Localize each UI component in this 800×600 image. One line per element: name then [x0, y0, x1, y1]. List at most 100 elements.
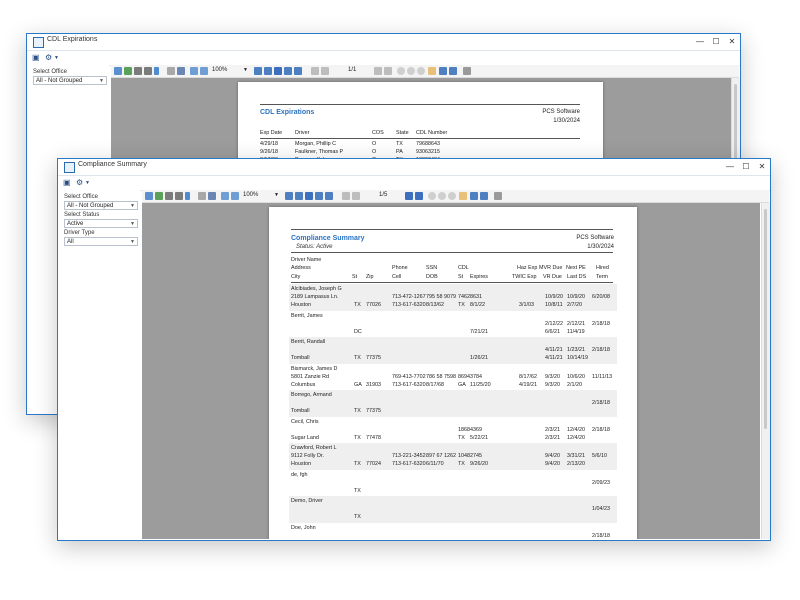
driver-cell: 713-617-6320	[392, 302, 426, 308]
column-header: CDL	[458, 265, 469, 271]
first-page-icon[interactable]	[311, 67, 319, 75]
zoom-dropdown-icon[interactable]: ▼	[274, 192, 279, 198]
find-icon[interactable]	[470, 192, 478, 200]
refresh-icon[interactable]	[155, 192, 163, 200]
options-icon[interactable]	[494, 192, 502, 200]
page-indicator[interactable]: 1/1	[348, 67, 356, 73]
window-title: CDL Expirations	[47, 36, 98, 43]
maximize-button[interactable]: ☐	[738, 159, 754, 175]
hand-tool-icon[interactable]	[459, 192, 467, 200]
last-page-icon[interactable]	[415, 192, 423, 200]
copy-icon[interactable]	[167, 67, 175, 75]
first-page-icon[interactable]	[342, 192, 350, 200]
driver-last-ds: 2/1/20	[567, 381, 582, 388]
export-icon[interactable]	[134, 67, 142, 75]
office-select[interactable]: All - Not Grouped ▼	[33, 76, 107, 85]
email-icon[interactable]	[480, 192, 488, 200]
driver-name: Bismarck, James D	[291, 365, 338, 372]
close-button[interactable]: ✕	[724, 34, 740, 50]
print-icon[interactable]	[114, 67, 122, 75]
table-cell: 4/29/18	[260, 141, 278, 147]
driver-hired: 11/11/13	[592, 373, 613, 380]
prev-page-icon[interactable]	[321, 67, 329, 75]
last-page-icon[interactable]	[384, 67, 392, 75]
table-cell: 9/26/18	[260, 149, 278, 155]
options-icon[interactable]	[463, 67, 471, 75]
title-bar: Compliance Summary — ☐ ✕	[58, 159, 770, 176]
next-page-icon[interactable]	[405, 192, 413, 200]
save-icon[interactable]: ▣	[32, 53, 40, 62]
driver-type-select[interactable]: All ▼	[64, 237, 138, 246]
zoom-dropdown-icon[interactable]: ▼	[243, 67, 248, 73]
back-icon[interactable]	[397, 67, 405, 75]
column-header: DOB	[426, 274, 438, 280]
minimize-button[interactable]: —	[722, 159, 738, 175]
office-select[interactable]: All - Not Grouped ▼	[64, 201, 138, 210]
find-icon[interactable]	[439, 67, 447, 75]
gear-icon[interactable]: ⚙	[45, 53, 52, 62]
driver-cdl-state: TX	[458, 302, 465, 308]
close-button[interactable]: ✕	[754, 159, 770, 175]
refresh-icon[interactable]	[124, 67, 132, 75]
two-page-icon[interactable]	[284, 67, 292, 75]
next-page-icon[interactable]	[374, 67, 382, 75]
driver-vr-due: 10/8/11	[545, 302, 563, 308]
minimize-button[interactable]: —	[692, 34, 708, 50]
driver-last-ds: 10/14/19	[567, 355, 588, 361]
up-arrow-icon[interactable]	[154, 67, 159, 75]
column-header: Address	[291, 265, 311, 271]
tools-icon[interactable]	[177, 67, 185, 75]
save-icon[interactable]: ▣	[63, 178, 71, 187]
email-icon[interactable]	[449, 67, 457, 75]
zoom-level[interactable]: 100%	[212, 67, 227, 73]
multi-page-icon[interactable]	[325, 192, 333, 200]
report-viewer[interactable]: Compliance Summary Status: Active PCS So…	[142, 203, 760, 539]
driver-state: TX	[354, 355, 361, 361]
zoom-in-icon[interactable]	[231, 192, 239, 200]
driver-vr-due: 6/6/21	[545, 328, 560, 335]
driver-hired: 2/18/18	[592, 426, 610, 433]
page-indicator[interactable]: 1/5	[379, 192, 387, 198]
hand-tool-icon[interactable]	[428, 67, 436, 75]
fit-page-icon[interactable]	[295, 192, 303, 200]
maximize-button[interactable]: ☐	[708, 34, 724, 50]
fit-width-icon[interactable]	[285, 192, 293, 200]
up-arrow-icon[interactable]	[185, 192, 190, 200]
tools-icon[interactable]	[208, 192, 216, 200]
export-icon[interactable]	[165, 192, 173, 200]
stop-icon[interactable]	[438, 192, 446, 200]
single-page-icon[interactable]	[305, 192, 313, 200]
fit-width-icon[interactable]	[254, 67, 262, 75]
forward-icon[interactable]	[448, 192, 456, 200]
table-cell: O	[372, 149, 377, 155]
chevron-down-icon[interactable]: ▼	[85, 180, 90, 186]
driver-zip: 77026	[366, 302, 381, 308]
vertical-scrollbar[interactable]	[761, 203, 770, 539]
chevron-down-icon[interactable]: ▼	[54, 55, 59, 61]
two-page-icon[interactable]	[315, 192, 323, 200]
driver-next-pe: 10/9/20	[567, 294, 585, 300]
prev-page-icon[interactable]	[352, 192, 360, 200]
print-icon[interactable]	[145, 192, 153, 200]
scroll-thumb[interactable]	[764, 209, 767, 429]
copy-icon[interactable]	[198, 192, 206, 200]
driver-last-ds: 2/13/20	[567, 461, 585, 467]
driver-name: Borrego, Armand	[291, 392, 332, 398]
zoom-in-icon[interactable]	[200, 67, 208, 75]
driver-zip: 77375	[366, 408, 381, 414]
stop-icon[interactable]	[407, 67, 415, 75]
gear-icon[interactable]: ⚙	[76, 178, 83, 187]
page-setup-icon[interactable]	[175, 192, 183, 200]
driver-city: Sugar Land	[291, 434, 319, 441]
zoom-out-icon[interactable]	[221, 192, 229, 200]
page-setup-icon[interactable]	[144, 67, 152, 75]
multi-page-icon[interactable]	[294, 67, 302, 75]
zoom-level[interactable]: 100%	[243, 192, 258, 198]
driver-name: Demo, Driver	[291, 498, 323, 504]
back-icon[interactable]	[428, 192, 436, 200]
status-select[interactable]: Active ▼	[64, 219, 138, 228]
forward-icon[interactable]	[417, 67, 425, 75]
fit-page-icon[interactable]	[264, 67, 272, 75]
zoom-out-icon[interactable]	[190, 67, 198, 75]
single-page-icon[interactable]	[274, 67, 282, 75]
